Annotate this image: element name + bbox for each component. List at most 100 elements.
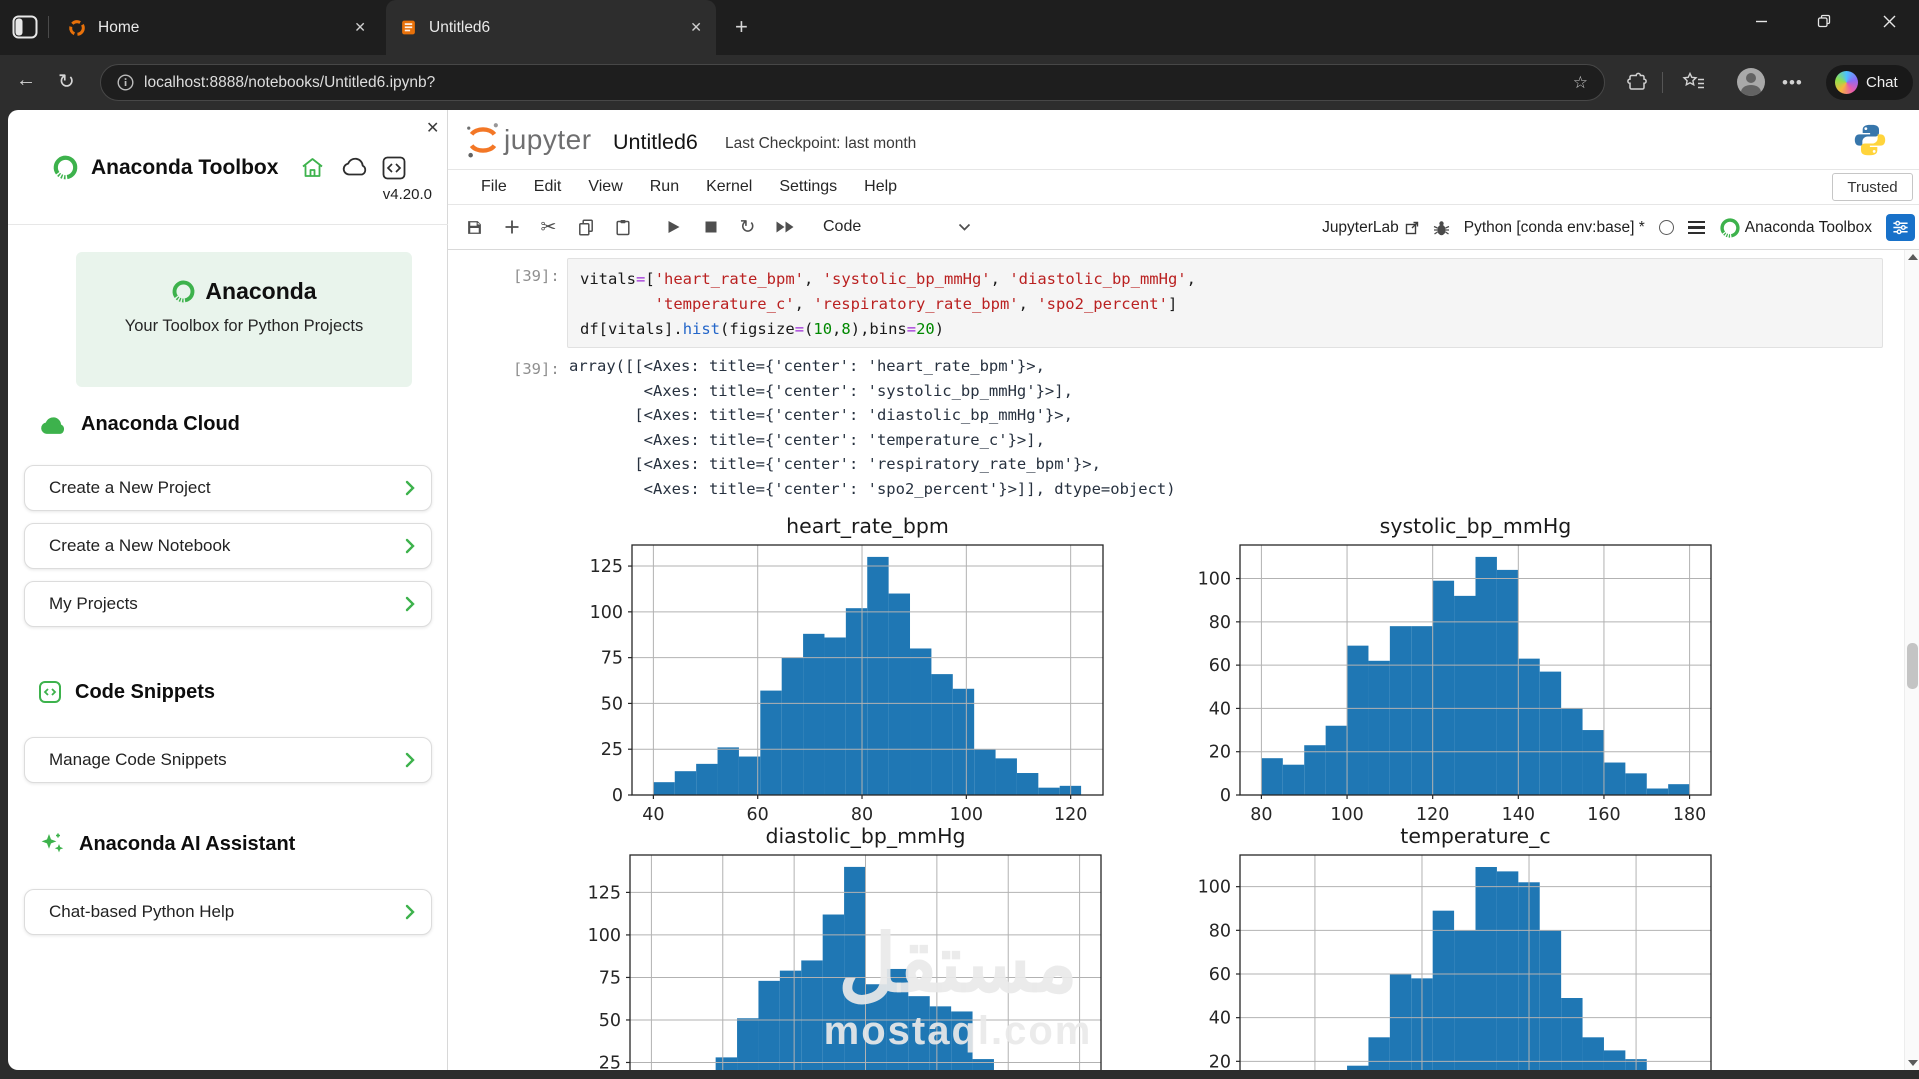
menu-settings[interactable]: Settings — [779, 178, 837, 196]
tab-home-close-icon[interactable]: ✕ — [354, 19, 366, 36]
svg-text:20: 20 — [1209, 1052, 1231, 1070]
code-cell-editor[interactable]: vitals=['heart_rate_bpm', 'systolic_bp_m… — [567, 258, 1883, 348]
menu-file[interactable]: File — [481, 178, 507, 196]
svg-text:60: 60 — [1209, 656, 1231, 676]
copilot-chat-button[interactable]: Chat — [1826, 65, 1913, 100]
scroll-up-arrow[interactable] — [1908, 254, 1918, 260]
my-projects-button[interactable]: My Projects — [24, 581, 432, 627]
section-code-snippets: Code Snippets — [38, 680, 215, 704]
chat-based-python-help-button[interactable]: Chat-based Python Help — [24, 889, 432, 935]
debugger-bug-icon[interactable] — [1433, 219, 1450, 237]
tab-actions-icon[interactable] — [12, 15, 38, 39]
notebook-title[interactable]: Untitled6 — [613, 130, 698, 155]
site-info-icon[interactable] — [117, 74, 134, 91]
tab-active-close-icon[interactable]: ✕ — [690, 19, 702, 36]
sidebar-close-icon[interactable]: ✕ — [426, 118, 439, 138]
profile-avatar[interactable] — [1737, 68, 1765, 96]
chevron-right-icon — [405, 596, 415, 612]
checkpoint-status: Last Checkpoint: last month — [725, 135, 917, 152]
svg-text:80: 80 — [1209, 921, 1231, 941]
restart-kernel-icon[interactable]: ↻ — [729, 216, 766, 239]
histogram-diastolic_bp_mmHg: diastolic_bp_mmHg 5060708090100110025507… — [588, 824, 1102, 1070]
svg-text:20: 20 — [1209, 743, 1231, 763]
interrupt-kernel-icon[interactable] — [692, 220, 729, 234]
section-heading: Code Snippets — [75, 680, 216, 703]
chevron-right-icon — [405, 752, 415, 768]
button-label: Chat-based Python Help — [49, 902, 235, 921]
svg-text:75: 75 — [601, 649, 623, 669]
create-new-notebook-button[interactable]: Create a New Notebook — [24, 523, 432, 569]
sidebar-title: Anaconda Toolbox — [91, 155, 279, 179]
chat-label: Chat — [1866, 74, 1898, 91]
cell-output-text: array([[<Axes: title={'center': 'heart_r… — [569, 357, 1176, 498]
notebook-panel: jupyter Untitled6 Last Checkpoint: last … — [448, 110, 1919, 1070]
back-icon[interactable]: ← — [16, 69, 36, 92]
anaconda-logo-icon — [53, 155, 78, 180]
section-heading: Anaconda Cloud — [81, 413, 240, 435]
menu-help[interactable]: Help — [864, 178, 897, 196]
svg-text:0: 0 — [1220, 786, 1231, 806]
svg-text:125: 125 — [588, 883, 621, 903]
window-restore-button[interactable] — [1801, 0, 1847, 42]
svg-text:temperature_c: temperature_c — [1400, 824, 1550, 849]
scrollbar-thumb[interactable] — [1907, 643, 1918, 689]
reload-icon[interactable]: ↻ — [58, 69, 75, 94]
restart-run-all-icon[interactable] — [766, 220, 803, 234]
sparkles-icon — [41, 833, 64, 853]
tab-home[interactable]: Home ✕ — [54, 0, 380, 55]
chevron-right-icon — [405, 904, 415, 920]
create-new-project-button[interactable]: Create a New Project — [24, 465, 432, 511]
favorites-icon[interactable] — [1682, 71, 1706, 93]
svg-text:40: 40 — [1209, 1009, 1231, 1029]
svg-text:0: 0 — [612, 786, 623, 806]
jupyterlab-link[interactable]: JupyterLab — [1322, 219, 1419, 237]
toolbar-menu-icon[interactable] — [1687, 218, 1705, 238]
svg-text:40: 40 — [1209, 699, 1231, 719]
anaconda-toolbox-panel: ✕ Anaconda Toolbox v4.20.0 Anaconda Your… — [8, 110, 448, 1070]
menu-view[interactable]: View — [588, 178, 622, 196]
svg-text:systolic_bp_mmHg: systolic_bp_mmHg — [1380, 514, 1572, 539]
new-tab-button[interactable]: + — [735, 14, 748, 40]
insert-cell-icon[interactable] — [493, 219, 530, 235]
sidebar-cloud-icon[interactable] — [341, 156, 369, 177]
anaconda-toolbox-button[interactable]: Anaconda Toolbox — [1719, 217, 1872, 239]
bookmark-star-icon[interactable]: ☆ — [1573, 73, 1588, 93]
extensions-puzzle-icon[interactable] — [1626, 71, 1648, 93]
external-link-icon — [1405, 221, 1418, 234]
svg-text:diastolic_bp_mmHg: diastolic_bp_mmHg — [765, 824, 965, 849]
sidebar-home-icon[interactable] — [300, 156, 325, 179]
code-text: vitals=['heart_rate_bpm', 'systolic_bp_m… — [580, 270, 1196, 338]
cut-icon[interactable]: ✂ — [530, 216, 567, 239]
menu-kernel[interactable]: Kernel — [706, 178, 752, 196]
svg-text:125: 125 — [590, 557, 623, 577]
trusted-badge[interactable]: Trusted — [1832, 173, 1913, 201]
kernel-name[interactable]: Python [conda env:base] * — [1464, 219, 1645, 237]
tab-untitled6[interactable]: Untitled6 ✕ — [386, 0, 716, 55]
toolbox-sliders-button[interactable] — [1886, 214, 1915, 241]
run-cell-icon[interactable] — [655, 219, 692, 235]
browser-menu-icon[interactable]: ••• — [1782, 73, 1803, 93]
window-minimize-button[interactable] — [1738, 0, 1784, 42]
jupyter-home-favicon — [68, 19, 86, 37]
svg-text:25: 25 — [601, 740, 623, 760]
menu-run[interactable]: Run — [650, 178, 679, 196]
section-anaconda-cloud: Anaconda Cloud — [38, 413, 240, 436]
copilot-icon — [1835, 71, 1858, 94]
scroll-down-arrow[interactable] — [1908, 1060, 1918, 1066]
window-close-button[interactable] — [1866, 0, 1912, 42]
sidebar-code-icon[interactable] — [382, 156, 406, 180]
cell-type-select[interactable]: Code — [823, 218, 971, 236]
manage-code-snippets-button[interactable]: Manage Code Snippets — [24, 737, 432, 783]
save-icon[interactable] — [456, 219, 493, 236]
browser-tab-bar: Home ✕ Untitled6 ✕ + — [0, 0, 1919, 55]
jupyterlab-label: JupyterLab — [1322, 218, 1399, 236]
url-bar[interactable]: localhost:8888/notebooks/Untitled6.ipynb… — [100, 64, 1605, 101]
copy-icon[interactable] — [567, 218, 604, 236]
notebook-scrollbar[interactable] — [1904, 250, 1919, 1070]
paste-icon[interactable] — [604, 219, 641, 236]
button-label: My Projects — [49, 594, 138, 613]
button-label: Manage Code Snippets — [49, 750, 227, 769]
toolbar-separator — [1662, 72, 1663, 93]
section-heading: Anaconda AI Assistant — [79, 832, 296, 855]
menu-edit[interactable]: Edit — [534, 178, 562, 196]
